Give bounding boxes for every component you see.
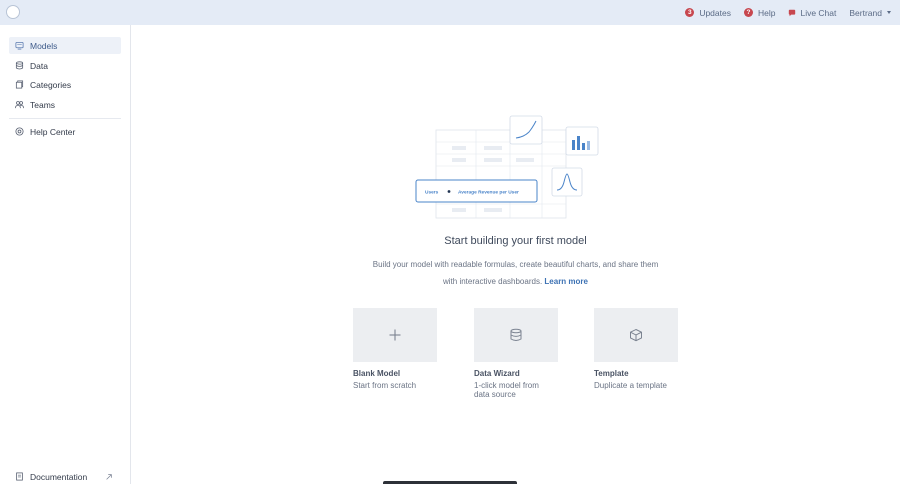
- app-logo[interactable]: [6, 5, 20, 19]
- help-label: Help: [757, 7, 776, 18]
- sidebar-item-label: Categories: [30, 79, 72, 90]
- user-name: Bertrand: [849, 7, 882, 18]
- live-chat-label: Live Chat: [800, 7, 837, 18]
- top-bar: 3 Updates ? Help Live Chat Bertrand: [0, 0, 900, 25]
- sidebar-item-categories[interactable]: Categories: [9, 76, 121, 93]
- updates-link[interactable]: 3 Updates: [685, 8, 731, 18]
- sidebar-item-help-center[interactable]: Help Center: [9, 123, 121, 140]
- document-icon: [16, 472, 23, 481]
- sidebar-item-label: Help Center: [30, 126, 76, 137]
- empty-state-description: Build your model with readable formulas,…: [370, 256, 661, 290]
- svg-text:Average Revenue per User: Average Revenue per User: [458, 190, 519, 196]
- sidebar-item-data[interactable]: Data: [9, 57, 121, 74]
- card-title: Data Wizard: [474, 369, 520, 378]
- plus-icon: [389, 329, 401, 341]
- external-link-icon: [106, 473, 112, 480]
- empty-state-illustration: Users Average Revenue per User: [415, 115, 599, 219]
- database-icon: [510, 328, 522, 341]
- updates-label: Updates: [699, 7, 731, 18]
- sidebar: Models Data Categories Teams Help Center: [0, 25, 131, 484]
- card-subtitle: 1-click model from data source: [474, 381, 539, 399]
- sidebar-item-documentation[interactable]: Documentation: [9, 468, 121, 484]
- learn-more-link[interactable]: Learn more: [544, 277, 588, 286]
- model-icon: [15, 41, 24, 50]
- empty-state-title: Start building your first model: [444, 235, 587, 247]
- help-icon: ?: [743, 8, 753, 17]
- live-chat-link[interactable]: Live Chat: [788, 8, 836, 18]
- help-link[interactable]: ? Help: [743, 7, 776, 18]
- template-card[interactable]: Template Duplicate a template: [594, 308, 678, 390]
- sidebar-divider: [9, 118, 121, 119]
- card-title: Blank Model: [353, 369, 401, 378]
- card-subtitle: Duplicate a template: [594, 381, 667, 390]
- top-nav: 3 Updates ? Help Live Chat Bertrand: [672, 0, 891, 25]
- sidebar-item-label: Teams: [30, 99, 56, 110]
- description-text: Build your model with readable formulas,…: [372, 260, 659, 286]
- card-tile[interactable]: [353, 308, 437, 362]
- card-tile[interactable]: [594, 308, 678, 362]
- sidebar-item-label: Models: [30, 40, 58, 51]
- sidebar-item-teams[interactable]: Teams: [9, 96, 121, 113]
- sidebar-item-models[interactable]: Models: [9, 37, 121, 54]
- help-circle-icon: [15, 127, 24, 136]
- sidebar-item-label: Data: [30, 60, 48, 71]
- user-menu[interactable]: Bertrand: [849, 8, 891, 18]
- teams-icon: [15, 101, 24, 109]
- card-tile[interactable]: [474, 308, 558, 362]
- cube-icon: [630, 328, 642, 342]
- data-wizard-card[interactable]: Data Wizard 1-click model from data sour…: [474, 308, 558, 399]
- card-title: Template: [594, 369, 629, 378]
- card-subtitle: Start from scratch: [353, 381, 417, 390]
- categories-icon: [15, 80, 24, 89]
- chevron-down-icon: [887, 11, 891, 14]
- blank-model-card[interactable]: Blank Model Start from scratch: [353, 308, 437, 390]
- database-icon: [15, 61, 24, 70]
- updates-badge: 3: [685, 8, 695, 17]
- sidebar-item-label: Documentation: [30, 471, 88, 482]
- svg-text:Users: Users: [425, 190, 439, 196]
- chat-icon: [789, 9, 796, 16]
